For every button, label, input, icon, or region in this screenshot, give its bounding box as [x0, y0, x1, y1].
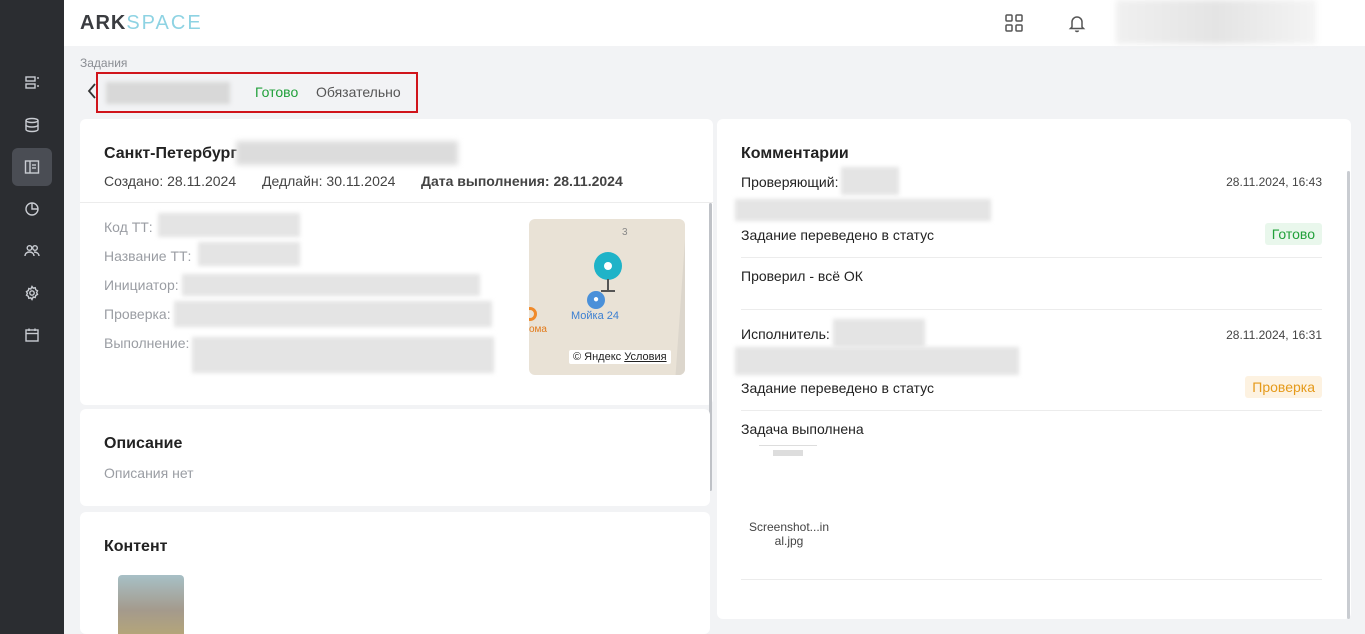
- map-house-number: 3: [622, 227, 628, 238]
- content-image-thumbnail[interactable]: [118, 575, 184, 634]
- brand-logo[interactable]: ARKSPACE: [80, 12, 203, 35]
- comments-scrollbar[interactable]: [1347, 171, 1350, 619]
- completion-date-value: 28.11.2024: [553, 173, 623, 189]
- status-change-text: Задание переведено в статус: [741, 380, 934, 396]
- task-address-redacted: [236, 141, 458, 165]
- task-status-badge: Готово: [255, 84, 299, 100]
- map-pin-icon[interactable]: [594, 252, 622, 280]
- bell-icon: [1068, 16, 1086, 33]
- comment-author-redacted: [841, 167, 899, 195]
- field-review-redacted: [174, 301, 492, 327]
- task-priority-badge: Обязательно: [316, 84, 401, 100]
- top-bar: ARKSPACE: [64, 0, 1365, 46]
- divider: [741, 309, 1322, 310]
- map-poi-label: ома: [529, 324, 547, 335]
- comments-title: Комментарии: [741, 145, 849, 162]
- description-title: Описание: [104, 435, 183, 452]
- comment-author-role: Исполнитель:: [741, 326, 830, 342]
- field-store-name-redacted: [198, 242, 300, 266]
- breadcrumb[interactable]: Задания: [80, 56, 127, 70]
- map-road: [675, 219, 685, 375]
- database-icon: [25, 117, 39, 133]
- task-details-card: Санкт-Петербург Создано: 28.11.2024 Дедл…: [80, 119, 713, 405]
- brand-logo-part1: ARK: [80, 12, 127, 34]
- description-card: Описание Описания нет: [80, 409, 710, 506]
- comment-text: Задача выполнена: [741, 421, 864, 437]
- apps-grid-icon: [1005, 14, 1023, 32]
- status-badge: Готово: [1264, 223, 1322, 245]
- completion-date: Дата выполнения: 28.11.2024: [421, 173, 623, 189]
- comment-author-detail-redacted: [735, 199, 991, 221]
- task-city: Санкт-Петербург: [104, 145, 237, 162]
- list-icon: [25, 76, 39, 89]
- sidebar-item-calendar[interactable]: [12, 316, 52, 354]
- brand-logo-part2: SPACE: [126, 12, 203, 34]
- sidebar-item-tasks[interactable]: [12, 148, 52, 186]
- comment-author-redacted: [833, 319, 925, 347]
- notifications-button[interactable]: [1065, 11, 1089, 35]
- divider: [80, 202, 713, 203]
- map-pin-base: [601, 290, 615, 292]
- map-copyright-text: © Яндекс: [573, 351, 622, 363]
- sidebar-item-database[interactable]: [12, 106, 52, 144]
- content-card: Контент: [80, 512, 710, 634]
- comment-author-role: Проверяющий:: [741, 174, 839, 190]
- content-title: Контент: [104, 538, 168, 555]
- field-execution: Выполнение:: [104, 335, 190, 351]
- map-terms-link[interactable]: Условия: [624, 351, 666, 363]
- users-icon: [24, 245, 40, 257]
- completion-date-label: Дата выполнения:: [421, 173, 550, 189]
- sidebar-item-analytics[interactable]: [12, 190, 52, 228]
- comments-card: Комментарии Проверяющий: 28.11.2024, 16:…: [717, 119, 1351, 619]
- field-initiator-redacted: [182, 274, 480, 296]
- description-text: Описания нет: [104, 465, 194, 481]
- comment-timestamp: 28.11.2024, 16:31: [1226, 328, 1322, 342]
- status-change-text: Задание переведено в статус: [741, 227, 934, 243]
- divider: [741, 410, 1322, 411]
- field-initiator: Инициатор:: [104, 277, 179, 293]
- sidebar-item-users[interactable]: [12, 232, 52, 270]
- map-copyright: © Яндекс Условия: [569, 350, 671, 364]
- location-map[interactable]: 3 ома ● Мойка 24 © Яндекс Условия: [529, 219, 685, 375]
- attachment-file-name-line1: Screenshot...in: [748, 520, 830, 534]
- comment-timestamp: 28.11.2024, 16:43: [1226, 175, 1322, 189]
- tasks-icon: [24, 160, 40, 174]
- deadline-date: Дедлайн: 30.11.2024: [262, 173, 396, 189]
- user-profile[interactable]: [1116, 0, 1316, 44]
- gear-icon: [25, 285, 39, 301]
- divider: [741, 579, 1322, 580]
- chart-icon: [25, 202, 39, 216]
- field-store-code-redacted: [158, 213, 300, 237]
- sidebar-item-settings[interactable]: [12, 274, 52, 312]
- map-marker-label: Мойка 24: [571, 310, 620, 322]
- task-title-redacted: [106, 82, 230, 104]
- comment-text: Проверил - всё ОК: [741, 268, 863, 284]
- field-store-code: Код ТТ:: [104, 219, 153, 235]
- task-title-bar: Готово Обязательно: [96, 72, 418, 113]
- attachment-thumbnail[interactable]: [759, 445, 817, 463]
- sidebar: [0, 0, 64, 634]
- sidebar-item-list[interactable]: [12, 64, 52, 102]
- calendar-icon: [25, 328, 39, 342]
- attachment-file-name[interactable]: Screenshot...in al.jpg: [745, 520, 833, 548]
- field-execution-redacted: [192, 337, 494, 373]
- status-badge: Проверка: [1245, 376, 1322, 398]
- attachment-file-name-line2: al.jpg: [774, 534, 804, 548]
- map-poi-icon: [529, 307, 537, 321]
- apps-button[interactable]: [1002, 11, 1026, 35]
- comment-author-detail-redacted: [735, 347, 1019, 375]
- car-wash-icon: ●: [587, 291, 605, 309]
- divider: [741, 257, 1322, 258]
- field-review: Проверка:: [104, 306, 171, 322]
- field-store-name: Название ТТ:: [104, 248, 192, 264]
- created-date: Создано: 28.11.2024: [104, 173, 237, 189]
